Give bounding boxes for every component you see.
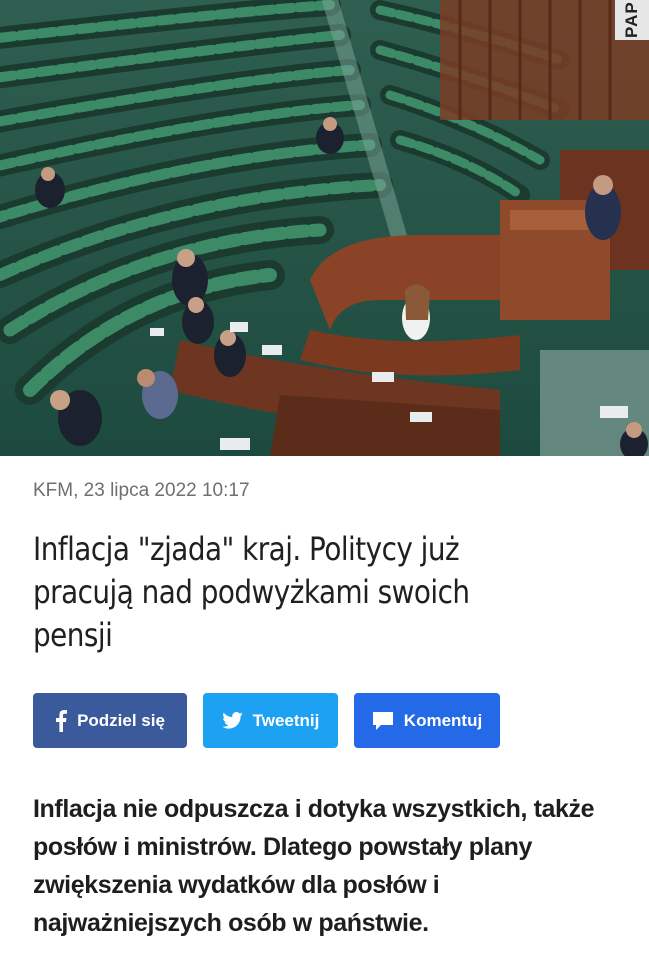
photo-credit: PAP xyxy=(615,0,649,40)
twitter-icon xyxy=(221,712,243,729)
parliament-photo xyxy=(0,0,649,456)
article-headline: Inflacja "zjada" kraj. Politycy już prac… xyxy=(33,530,470,654)
facebook-share-label: Podziel się xyxy=(77,710,165,730)
tweet-label: Tweetnij xyxy=(252,710,320,730)
article-meta: KFM, 23 lipca 2022 10:17 xyxy=(33,480,250,501)
comment-button[interactable]: Komentuj xyxy=(354,693,500,748)
share-bar: Podziel się Tweetnij Komentuj xyxy=(33,693,500,748)
tweet-button[interactable]: Tweetnij xyxy=(203,693,338,748)
comment-label: Komentuj xyxy=(403,710,483,730)
facebook-share-button[interactable]: Podziel się xyxy=(33,693,187,748)
comment-icon xyxy=(372,711,394,731)
hero-image[interactable]: PAP xyxy=(0,0,649,456)
facebook-icon xyxy=(55,709,68,732)
article-lead: Inflacja nie odpuszcza i dotyka wszystki… xyxy=(33,795,595,937)
